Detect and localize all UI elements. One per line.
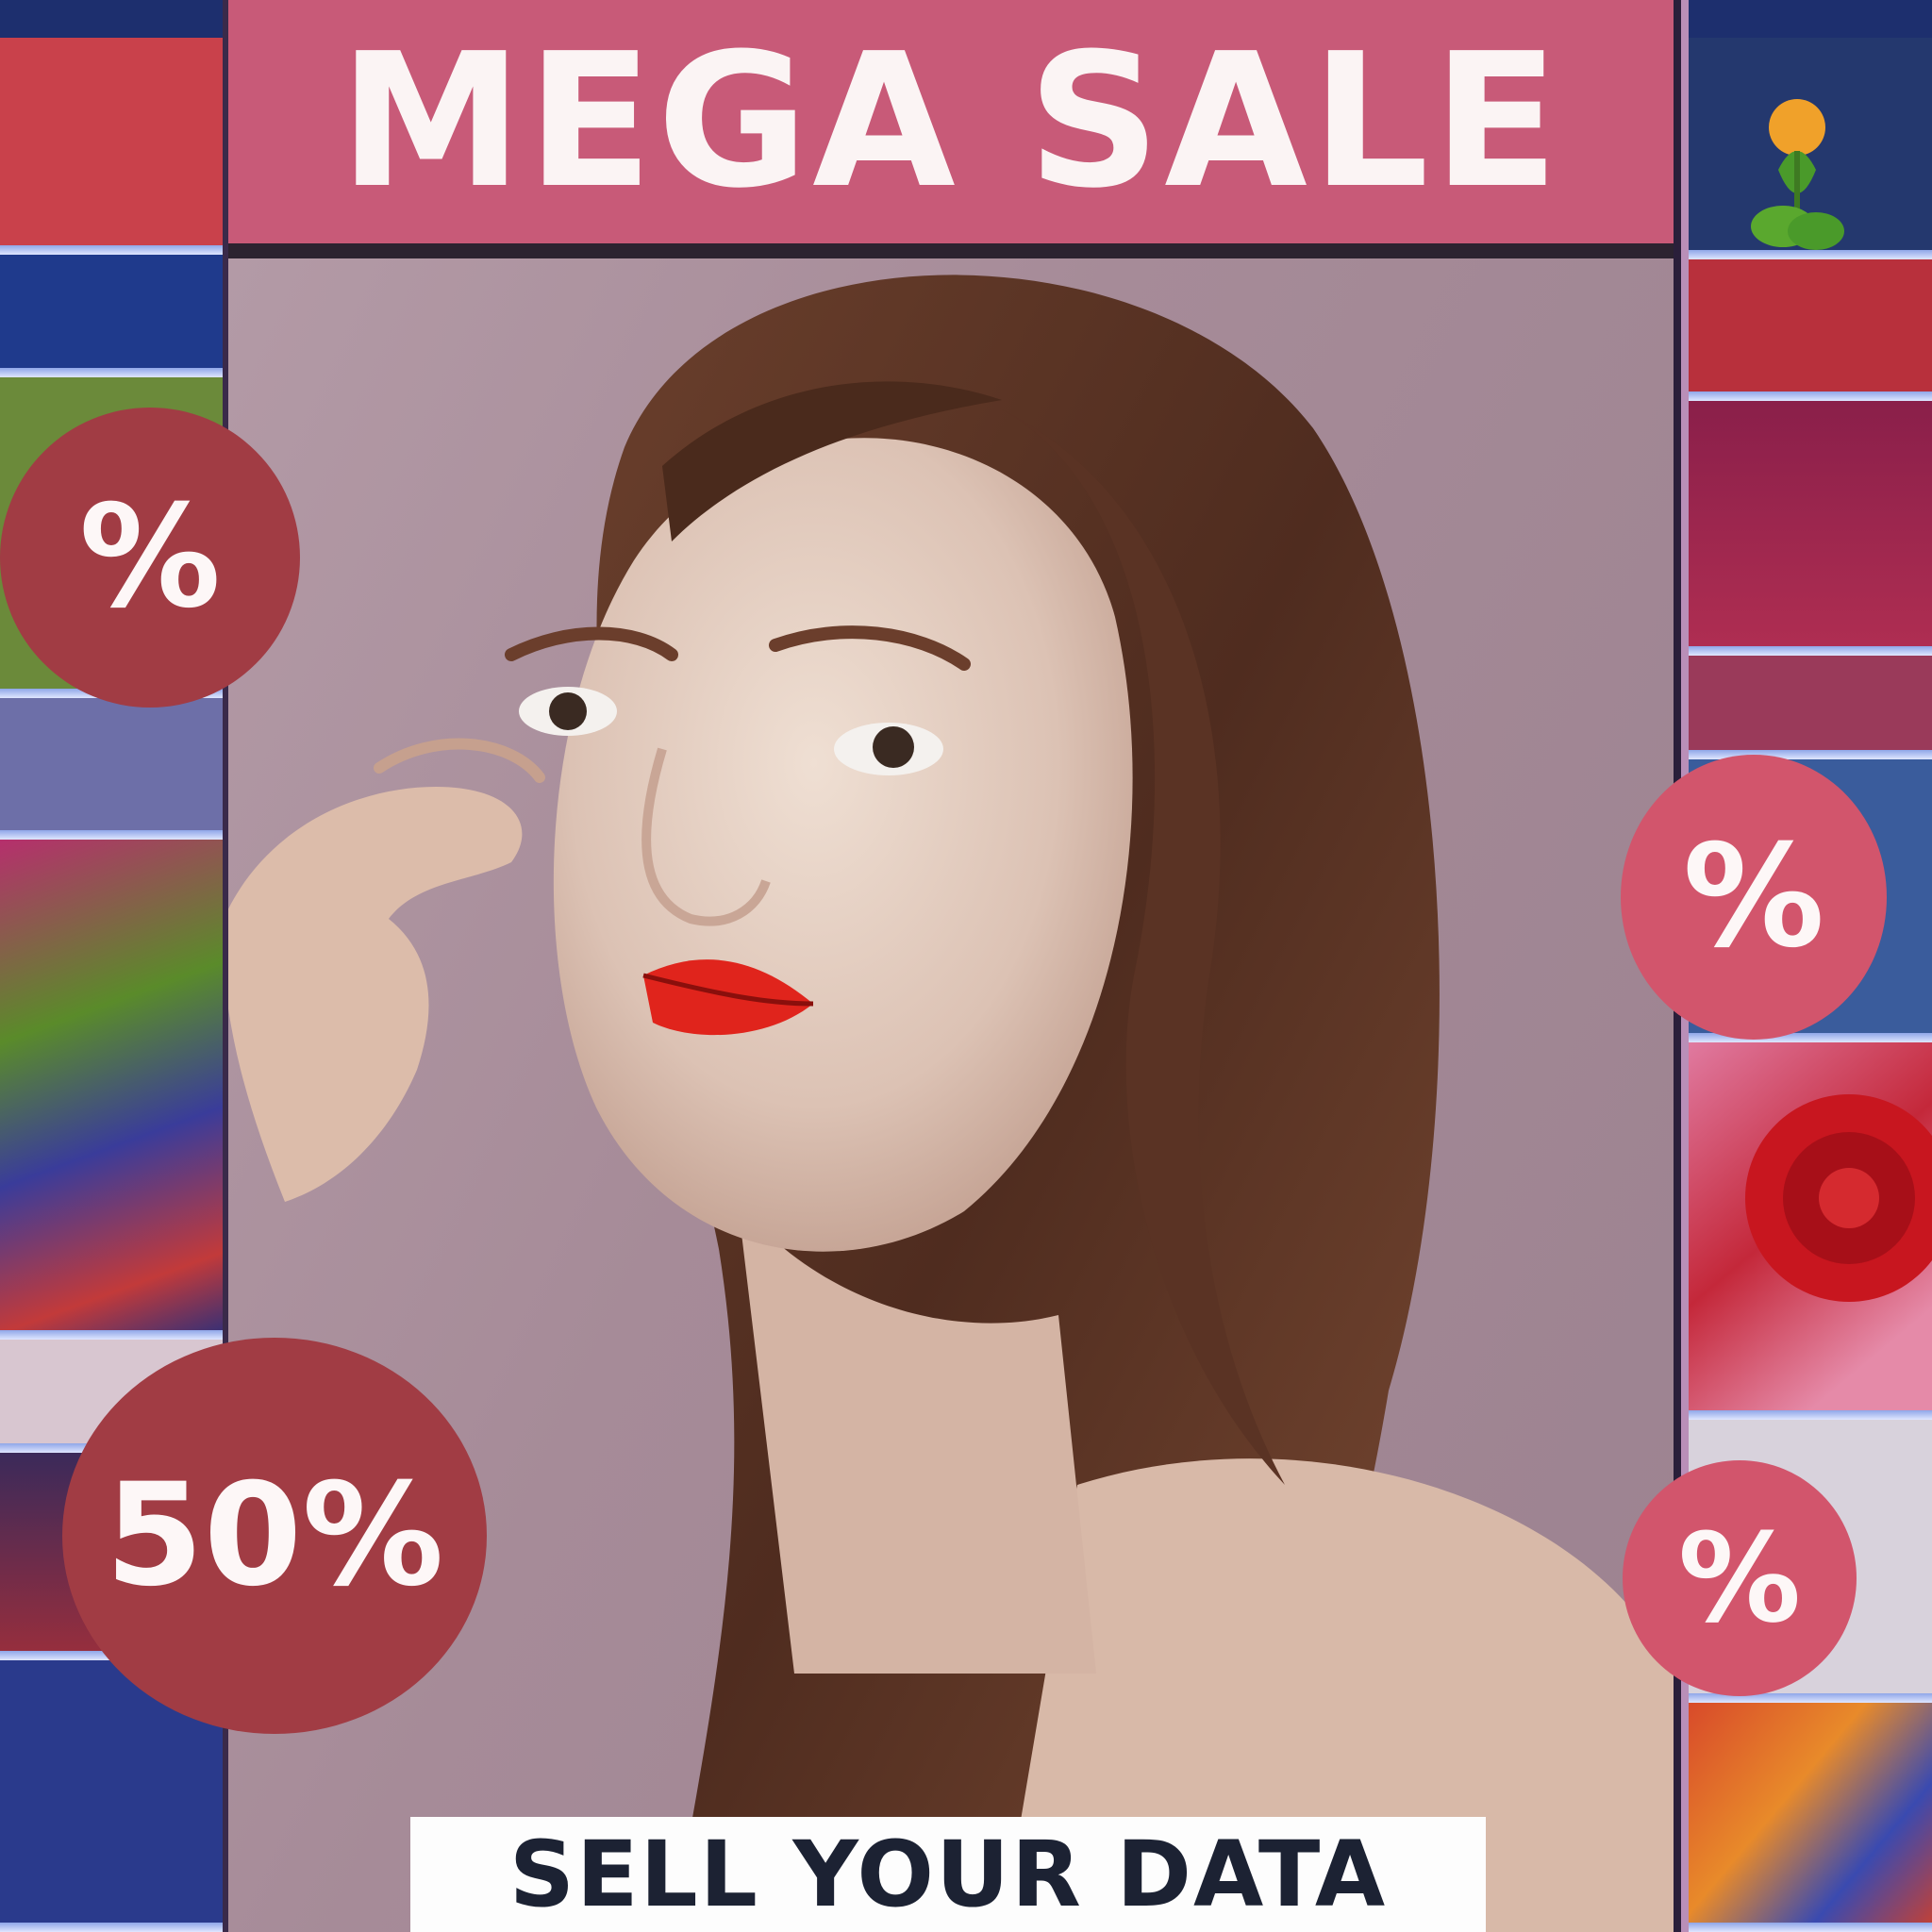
flower-icon bbox=[1751, 99, 1844, 250]
shelf-panel bbox=[1689, 259, 1932, 401]
shelf-panel bbox=[1689, 1042, 1932, 1420]
badge-label: 50% bbox=[105, 1454, 444, 1618]
shelf-panel bbox=[0, 255, 223, 377]
badge-label: % bbox=[1682, 815, 1825, 979]
headline: MEGA SALE bbox=[339, 14, 1563, 229]
badge-label: % bbox=[1677, 1507, 1802, 1650]
shelf-panel bbox=[0, 698, 223, 840]
discount-badge: % bbox=[0, 408, 300, 708]
headline-banner: MEGA SALE bbox=[228, 0, 1674, 258]
shelf-panel bbox=[1689, 1703, 1932, 1932]
discount-badge: 50% bbox=[62, 1338, 487, 1734]
shelf-panel bbox=[1689, 656, 1932, 759]
shelf-panel bbox=[0, 38, 223, 255]
discount-badge: % bbox=[1623, 1460, 1857, 1696]
woman-illustration bbox=[228, 275, 1674, 1932]
discount-badge: % bbox=[1621, 755, 1887, 1040]
shelf-panel bbox=[1689, 38, 1932, 259]
shelf-panel bbox=[0, 840, 223, 1340]
shelf-panel bbox=[1689, 401, 1932, 656]
footer-banner: SELL YOUR DATA bbox=[410, 1817, 1486, 1932]
model-portrait bbox=[228, 258, 1674, 1932]
rose-icon bbox=[1745, 1094, 1932, 1302]
badge-label: % bbox=[78, 475, 222, 640]
footer-text: SELL YOUR DATA bbox=[508, 1822, 1388, 1927]
